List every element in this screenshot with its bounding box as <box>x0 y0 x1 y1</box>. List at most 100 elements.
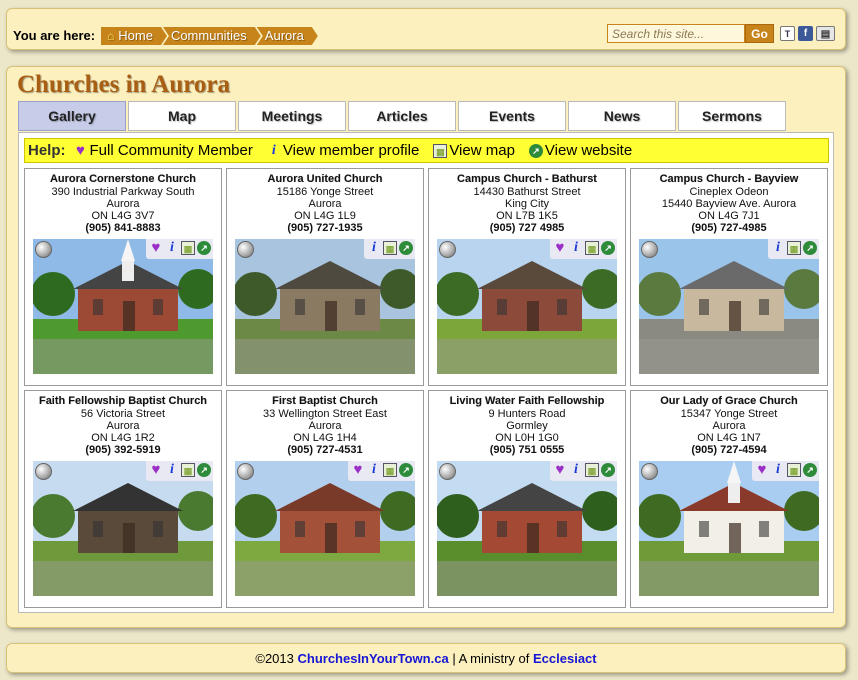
help-item-profile-label: View member profile <box>282 142 420 159</box>
tab-sermons[interactable]: Sermons <box>678 101 786 131</box>
heart-icon[interactable]: ♥ <box>755 462 769 477</box>
street-view-icon[interactable] <box>35 241 52 258</box>
map-icon[interactable]: ▦ <box>787 241 801 255</box>
breadcrumb-aurora-label: Aurora <box>264 28 304 43</box>
breadcrumb-communities[interactable]: Communities <box>163 27 261 45</box>
church-name[interactable]: Campus Church - Bathurst <box>429 173 625 185</box>
church-address-line: Cineplex Odeon <box>689 186 769 198</box>
breadcrumb: ⌂ Home Communities Aurora <box>101 27 314 45</box>
heart-icon[interactable]: ♥ <box>553 240 567 255</box>
church-name[interactable]: Aurora United Church <box>227 173 423 185</box>
street-view-icon[interactable] <box>641 463 658 480</box>
church-address-line: ON L4G 1H4 <box>293 432 357 444</box>
info-icon[interactable]: i <box>771 463 785 477</box>
tab-news[interactable]: News <box>568 101 676 131</box>
website-icon[interactable]: ↗ <box>803 241 817 255</box>
main-panel: Churches in Aurora Gallery Map Meetings … <box>6 66 846 628</box>
search-go-button[interactable]: Go <box>745 24 774 43</box>
street-view-icon[interactable] <box>439 463 456 480</box>
footer-separator: | A ministry of <box>452 651 530 666</box>
website-icon[interactable]: ↗ <box>601 463 615 477</box>
church-photo[interactable]: ♥ i ▦ ↗ <box>437 461 617 596</box>
map-icon[interactable]: ▦ <box>585 463 599 477</box>
help-item-member[interactable]: ♥ Full Community Member <box>74 142 253 159</box>
footer-text: ©2013 ChurchesInYourTown.ca | A ministry… <box>7 651 845 666</box>
info-icon[interactable]: i <box>569 463 583 477</box>
street-view-icon[interactable] <box>35 463 52 480</box>
map-icon[interactable]: ▦ <box>383 463 397 477</box>
heart-icon[interactable]: ♥ <box>149 240 163 255</box>
text-size-icon[interactable]: T <box>780 26 795 41</box>
church-photo[interactable]: i ▦ ↗ <box>235 239 415 374</box>
heart-icon[interactable]: ♥ <box>149 462 163 477</box>
church-name[interactable]: First Baptist Church <box>227 395 423 407</box>
tab-map[interactable]: Map <box>128 101 236 131</box>
tab-bar: Gallery Map Meetings Articles Events New… <box>18 101 786 131</box>
street-view-icon[interactable] <box>237 463 254 480</box>
info-icon: i <box>271 142 276 158</box>
church-action-icons: ♥ i ▦ ↗ <box>550 239 617 259</box>
church-name[interactable]: Our Lady of Grace Church <box>631 395 827 407</box>
heart-icon[interactable]: ♥ <box>553 462 567 477</box>
church-phone: (905) 727-4594 <box>691 444 767 456</box>
tab-meetings[interactable]: Meetings <box>238 101 346 131</box>
map-icon[interactable]: ▦ <box>181 241 195 255</box>
map-icon[interactable]: ▦ <box>383 241 397 255</box>
church-address-line: Aurora <box>308 420 342 432</box>
church-photo[interactable]: ♥ i ▦ ↗ <box>235 461 415 596</box>
website-icon[interactable]: ↗ <box>399 463 413 477</box>
map-icon: ▦ <box>433 143 448 158</box>
breadcrumb-aurora[interactable]: Aurora <box>257 27 318 45</box>
breadcrumb-home[interactable]: ⌂ Home <box>101 27 167 45</box>
breadcrumb-label: You are here: <box>13 28 96 43</box>
map-icon[interactable]: ▦ <box>585 241 599 255</box>
tab-gallery[interactable]: Gallery <box>18 101 126 131</box>
help-item-website[interactable]: ↗ View website <box>528 142 632 159</box>
help-item-map-label: View map <box>449 142 515 159</box>
info-icon[interactable]: i <box>367 463 381 477</box>
website-icon[interactable]: ↗ <box>803 463 817 477</box>
map-icon[interactable]: ▦ <box>181 463 195 477</box>
info-icon[interactable]: i <box>165 241 179 255</box>
street-view-icon[interactable] <box>641 241 658 258</box>
tab-events[interactable]: Events <box>458 101 566 131</box>
website-icon[interactable]: ↗ <box>601 241 615 255</box>
church-photo[interactable]: ♥ i ▦ ↗ <box>33 461 213 596</box>
facebook-icon[interactable]: f <box>798 26 813 41</box>
top-bar: You are here: ⌂Home Communities Aurora G… <box>6 8 846 50</box>
church-card: Aurora Cornerstone Church 390 Industrial… <box>24 168 222 386</box>
church-photo[interactable]: i ▦ ↗ <box>639 239 819 374</box>
search-input[interactable] <box>607 24 745 43</box>
print-icon[interactable]: ▤ <box>816 26 835 41</box>
church-address-line: 33 Wellington Street East <box>263 408 387 420</box>
church-name[interactable]: Campus Church - Bayview <box>631 173 827 185</box>
street-view-icon[interactable] <box>237 241 254 258</box>
heart-icon[interactable]: ♥ <box>351 462 365 477</box>
tab-articles[interactable]: Articles <box>348 101 456 131</box>
church-action-icons: ♥ i ▦ ↗ <box>348 461 415 481</box>
church-photo[interactable]: ♥ i ▦ ↗ <box>639 461 819 596</box>
website-icon[interactable]: ↗ <box>197 241 211 255</box>
street-view-icon[interactable] <box>439 241 456 258</box>
info-icon[interactable]: i <box>367 241 381 255</box>
church-address-line: 56 Victoria Street <box>80 408 166 420</box>
help-item-map[interactable]: ▦ View map <box>433 142 515 159</box>
church-name[interactable]: Faith Fellowship Baptist Church <box>25 395 221 407</box>
website-icon[interactable]: ↗ <box>399 241 413 255</box>
info-icon[interactable]: i <box>165 463 179 477</box>
church-address-line: Aurora <box>308 198 342 210</box>
church-name[interactable]: Aurora Cornerstone Church <box>25 173 221 185</box>
church-photo[interactable]: ♥ i ▦ ↗ <box>437 239 617 374</box>
site-link[interactable]: ChurchesInYourTown.ca <box>297 651 448 666</box>
help-item-profile[interactable]: i View member profile <box>267 142 419 159</box>
share-icons: T f ▤ <box>780 26 835 41</box>
church-address-line: ON L4G 7J1 <box>698 210 760 222</box>
info-icon[interactable]: i <box>771 241 785 255</box>
church-photo[interactable]: ♥ i ▦ ↗ <box>33 239 213 374</box>
church-card: First Baptist Church 33 Wellington Stree… <box>226 390 424 608</box>
website-icon[interactable]: ↗ <box>197 463 211 477</box>
church-name[interactable]: Living Water Faith Fellowship <box>429 395 625 407</box>
ministry-link[interactable]: Ecclesiact <box>533 651 597 666</box>
map-icon[interactable]: ▦ <box>787 463 801 477</box>
info-icon[interactable]: i <box>569 241 583 255</box>
